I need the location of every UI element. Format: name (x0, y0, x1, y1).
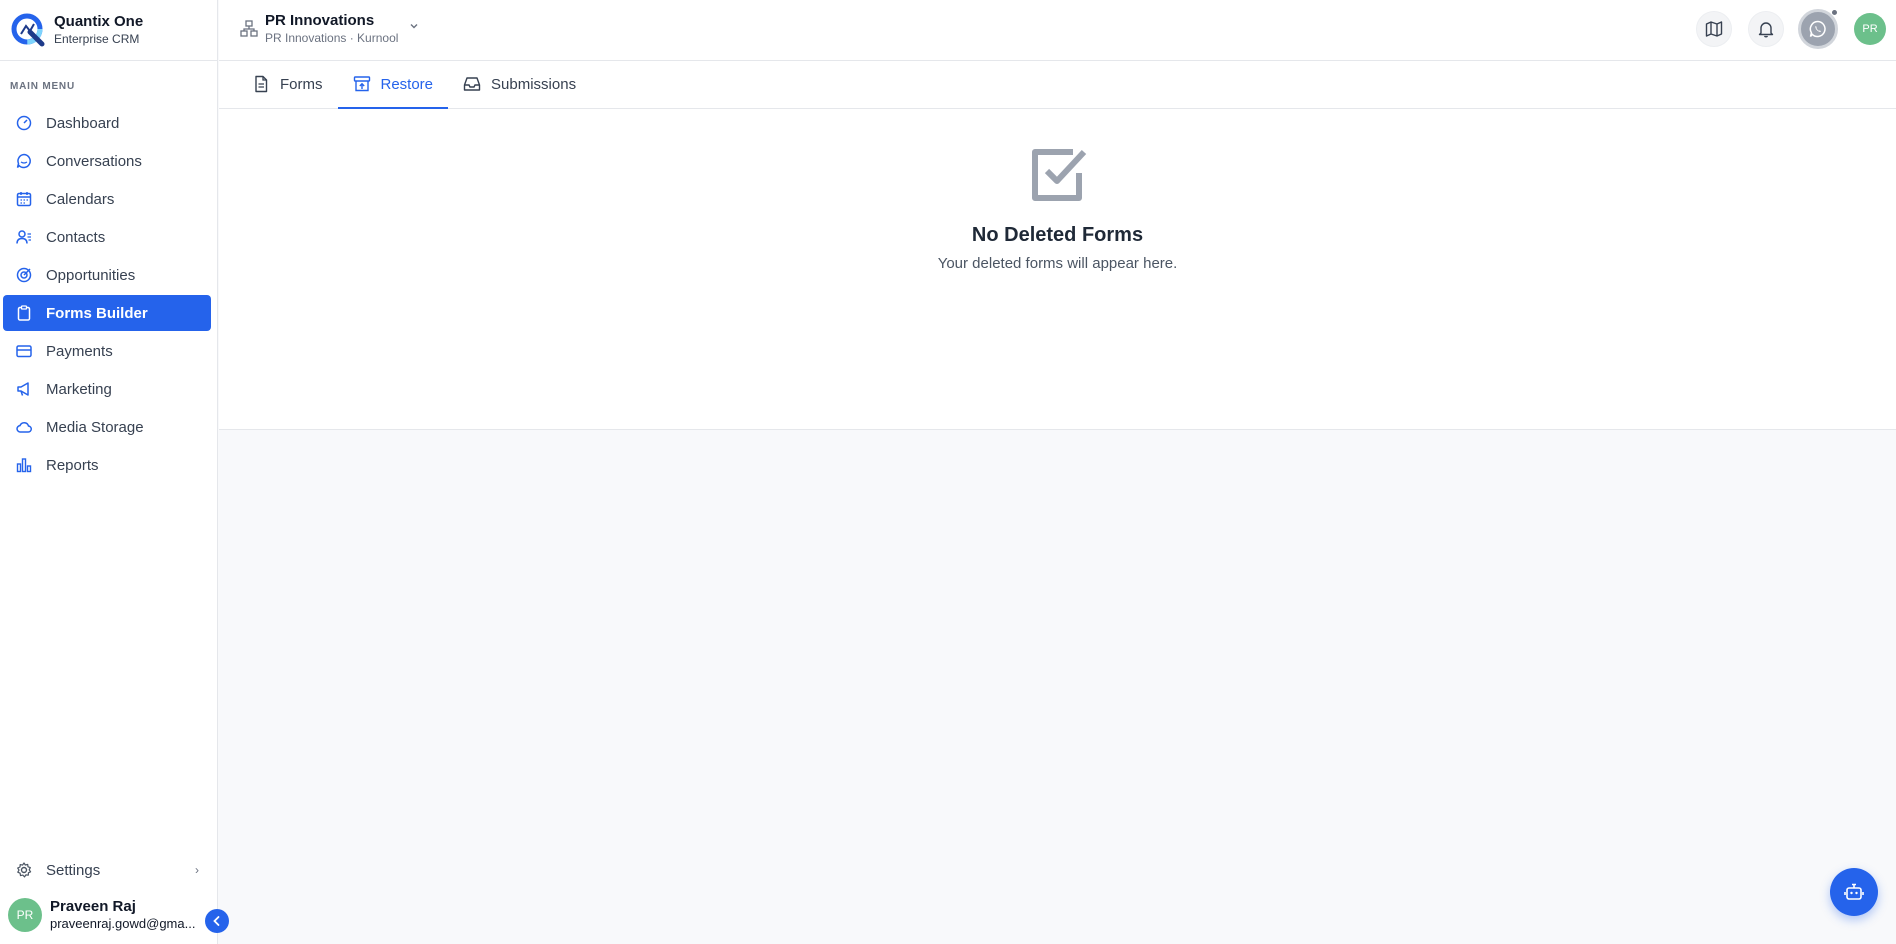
sidebar-item-label: Dashboard (46, 114, 120, 132)
sidebar-item-media-storage[interactable]: Media Storage (3, 409, 211, 445)
sidebar-item-label: Opportunities (46, 266, 136, 284)
notifications-button[interactable] (1748, 11, 1784, 47)
bar-chart-icon (15, 456, 33, 474)
org-location: PR Innovations · Kurnool (265, 31, 399, 45)
map-button[interactable] (1696, 11, 1732, 47)
org-switcher[interactable]: PR Innovations PR Innovations · Kurnool (239, 12, 420, 46)
map-icon (1705, 21, 1723, 37)
empty-state-title: No Deleted Forms (971, 224, 1144, 246)
main-menu: Dashboard Conversations Calendars Contac… (0, 105, 217, 483)
menu-heading: MAIN MENU (10, 81, 75, 92)
sidebar-item-label: Forms Builder (46, 304, 148, 322)
whatsapp-button[interactable] (1798, 9, 1838, 49)
gauge-icon (15, 114, 33, 132)
collapse-sidebar-button[interactable] (205, 909, 229, 933)
sidebar-item-marketing[interactable]: Marketing (3, 371, 211, 407)
restore-panel: No Deleted Forms Your deleted forms will… (219, 109, 1896, 430)
sidebar-item-settings[interactable]: Settings › (3, 852, 211, 888)
user-name: Praveen Raj (50, 898, 136, 915)
top-header: PR Innovations PR Innovations · Kurnool … (219, 0, 1896, 61)
sidebar-item-label: Conversations (46, 152, 142, 170)
sidebar-item-label: Reports (46, 456, 99, 474)
calendar-icon (15, 190, 33, 208)
archive-restore-icon (353, 75, 371, 93)
cloud-icon (15, 418, 33, 436)
tab-label: Submissions (491, 75, 577, 93)
org-name: PR Innovations (265, 12, 375, 29)
gear-icon (15, 861, 33, 879)
assistant-bot-button[interactable] (1830, 868, 1878, 916)
chevron-right-icon: › (195, 863, 199, 877)
sidebar-item-opportunities[interactable]: Opportunities (3, 257, 211, 293)
empty-state: No Deleted Forms Your deleted forms will… (219, 147, 1896, 272)
brand-subtitle: Enterprise CRM (54, 32, 140, 46)
bot-icon (1844, 883, 1864, 900)
avatar: PR (8, 898, 42, 932)
card-icon (15, 342, 33, 360)
sidebar-item-contacts[interactable]: Contacts (3, 219, 211, 255)
checkbox-checked-icon (1031, 149, 1086, 201)
sidebar-item-calendars[interactable]: Calendars (3, 181, 211, 217)
bell-icon (1758, 22, 1774, 38)
sidebar-item-label: Contacts (46, 228, 106, 246)
header-avatar[interactable]: PR (1854, 13, 1886, 45)
tab-label: Forms (280, 75, 323, 93)
settings-label: Settings (46, 861, 101, 879)
sidebar-item-label: Marketing (46, 380, 112, 398)
sidebar-item-dashboard[interactable]: Dashboard (3, 105, 211, 141)
sidebar-item-forms-builder[interactable]: Forms Builder (3, 295, 211, 331)
chevron-left-icon (213, 916, 220, 926)
tab-bar: Forms Restore Submissions (219, 61, 1896, 109)
tab-restore[interactable]: Restore (337, 61, 449, 109)
logo-icon (11, 13, 45, 47)
target-icon (15, 266, 33, 284)
inbox-icon (463, 75, 481, 93)
tab-forms[interactable]: Forms (237, 61, 338, 109)
sidebar-item-label: Calendars (46, 190, 115, 208)
user-email: praveenraj.gowd@gma... (50, 916, 196, 931)
sidebar-item-conversations[interactable]: Conversations (3, 143, 211, 179)
building-icon (240, 20, 258, 37)
tab-submissions[interactable]: Submissions (448, 61, 591, 109)
header-actions: PR (1680, 9, 1886, 49)
megaphone-icon (15, 380, 33, 398)
sidebar-item-reports[interactable]: Reports (3, 447, 211, 483)
clipboard-icon (15, 304, 33, 322)
chevron-down-icon (410, 24, 418, 29)
contacts-icon (15, 228, 33, 246)
sidebar: Quantix One Enterprise CRM MAIN MENU Das… (0, 0, 218, 944)
whatsapp-icon (1809, 20, 1826, 38)
sidebar-item-payments[interactable]: Payments (3, 333, 211, 369)
sidebar-item-label: Payments (46, 342, 113, 360)
empty-state-message: Your deleted forms will appear here. (937, 255, 1178, 272)
chat-icon (15, 152, 33, 170)
document-icon (252, 75, 270, 93)
brand-name: Quantix One (54, 13, 144, 30)
sidebar-item-label: Media Storage (46, 418, 144, 436)
brand[interactable]: Quantix One Enterprise CRM (0, 0, 217, 61)
status-dot (1831, 9, 1838, 16)
tab-label: Restore (380, 75, 434, 93)
user-profile[interactable]: PR Praveen Raj praveenraj.gowd@gma... (8, 898, 200, 932)
